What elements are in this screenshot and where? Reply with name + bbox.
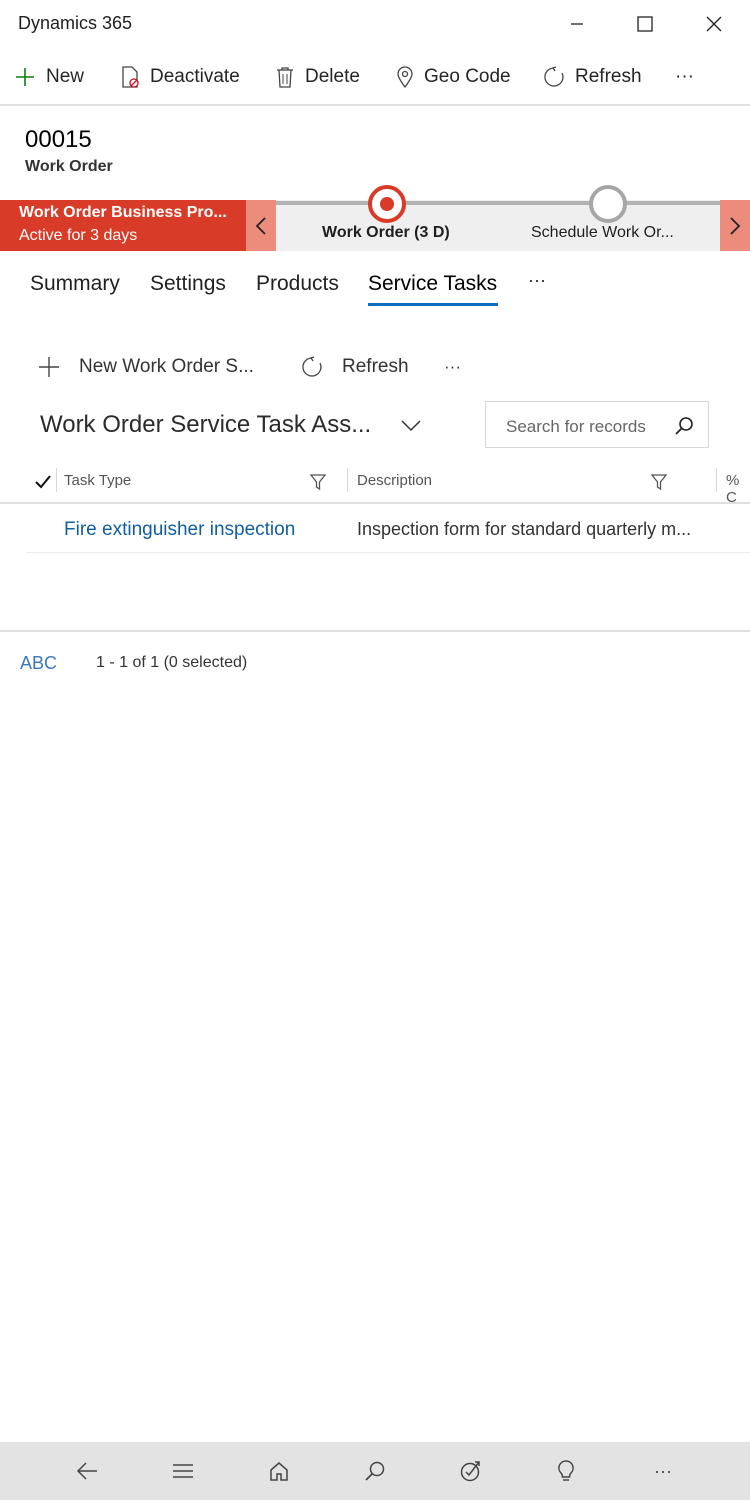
record-entity-type: Work Order [25,158,113,175]
tab-summary[interactable]: Summary [30,272,120,296]
search-input[interactable]: Search for records [485,401,709,448]
menu-icon [173,1464,193,1478]
column-separator [716,468,717,492]
subgrid-more-button[interactable]: ··· [444,352,461,382]
task-type-link[interactable]: Fire extinguisher inspection [64,519,295,541]
view-selector-chevron[interactable] [400,418,422,434]
bpf-process-flyout[interactable]: Work Order Business Pro... Active for 3 … [0,200,246,251]
command-bar-divider [0,104,750,106]
search-nav-button[interactable] [360,1456,390,1486]
refresh-label: Refresh [575,66,642,87]
new-work-order-service-task-button[interactable]: New Work Order S... [38,352,254,382]
deactivate-button[interactable]: Deactivate [120,54,240,100]
inactive-stage-icon [589,185,627,223]
subgrid-more-label: ··· [444,357,461,376]
deactivate-icon [122,66,139,88]
table-row-divider [26,552,750,553]
activities-button[interactable] [456,1456,486,1486]
home-button[interactable] [264,1456,294,1486]
record-count: 1 - 1 of 1 (0 selected) [96,654,248,671]
location-pin-icon [397,66,413,88]
minimize-icon [571,23,583,25]
bpf-previous-button[interactable] [246,200,276,251]
tab-settings[interactable]: Settings [150,272,226,296]
close-icon [706,16,722,32]
trash-icon [277,67,293,88]
bpf-process-name: Work Order Business Pro... [19,204,227,221]
filter-icon[interactable] [309,473,327,491]
command-bar: New Deactivate Delete Geo Code Refresh ·… [0,54,750,100]
relationship-insights-button[interactable] [551,1456,581,1486]
activity-icon [460,1461,480,1482]
subgrid-refresh-label: Refresh [342,356,409,377]
more-commands-button[interactable]: ··· [675,54,694,100]
lightbulb-icon [558,1460,574,1481]
description-cell: Inspection form for standard quarterly m… [357,519,692,539]
select-all-checkmark-icon[interactable] [34,474,52,490]
close-button[interactable] [683,0,745,48]
geo-code-label: Geo Code [424,66,511,87]
back-icon [76,1462,97,1480]
tab-more[interactable]: ··· [528,270,546,291]
delete-label: Delete [305,66,360,87]
more-nav-label: ··· [654,1460,672,1481]
maximize-button[interactable] [614,0,676,48]
column-separator [56,468,57,492]
deactivate-label: Deactivate [150,66,240,87]
grid-header-divider [0,502,750,504]
refresh-icon [544,66,564,87]
search-icon [365,1461,385,1481]
alphabet-jump-bar-button[interactable]: ABC [20,653,57,674]
bpf-stage-work-order-node[interactable] [366,183,408,225]
new-button[interactable]: New [14,54,84,100]
subgrid-refresh-button[interactable]: Refresh [301,352,409,382]
tab-products[interactable]: Products [256,272,339,296]
app-title: Dynamics 365 [18,13,133,33]
record-title: 00015 [25,126,92,153]
bpf-stage-label-work-order: Work Order (3 D) [322,224,450,241]
minimize-button[interactable] [546,0,608,48]
bpf-stage-label-schedule: Schedule Work Or... [531,224,674,241]
grid-header: Task Type Description % C [0,462,750,506]
new-work-order-service-task-label: New Work Order S... [79,356,254,377]
bpf-stage-schedule-node[interactable] [587,183,629,225]
more-nav-button[interactable]: ··· [648,1456,678,1486]
refresh-button[interactable]: Refresh [543,54,642,100]
site-map-button[interactable] [168,1456,198,1486]
maximize-icon [637,16,653,32]
title-bar: Dynamics 365 [0,0,750,48]
geo-code-button[interactable]: Geo Code [396,54,511,100]
tab-service-tasks[interactable]: Service Tasks [368,272,497,296]
chevron-right-icon [730,216,741,235]
plus-icon [39,357,59,377]
bpf-active-duration: Active for 3 days [19,227,138,244]
back-button[interactable] [72,1456,102,1486]
active-stage-icon [368,185,406,223]
bpf-next-button[interactable] [720,200,750,251]
refresh-icon [302,356,322,377]
search-icon[interactable] [674,416,694,436]
home-icon [270,1462,288,1481]
column-header-task-type[interactable]: Task Type [64,472,131,489]
view-selector-title[interactable]: Work Order Service Task Ass... [40,411,371,439]
new-label: New [46,66,85,87]
more-commands-label: ··· [675,66,694,87]
column-header-percent-complete[interactable]: % C [726,472,750,506]
filter-icon[interactable] [650,473,668,491]
search-placeholder: Search for records [506,417,646,436]
bottom-navigation-bar: ··· [0,1442,750,1500]
grid-footer-divider [0,630,750,632]
plus-icon [16,68,34,86]
column-separator [347,468,348,492]
chevron-left-icon [255,216,266,235]
chevron-down-icon [401,420,421,432]
delete-button[interactable]: Delete [275,54,360,100]
column-header-description[interactable]: Description [357,472,432,489]
active-tab-indicator [368,303,498,306]
